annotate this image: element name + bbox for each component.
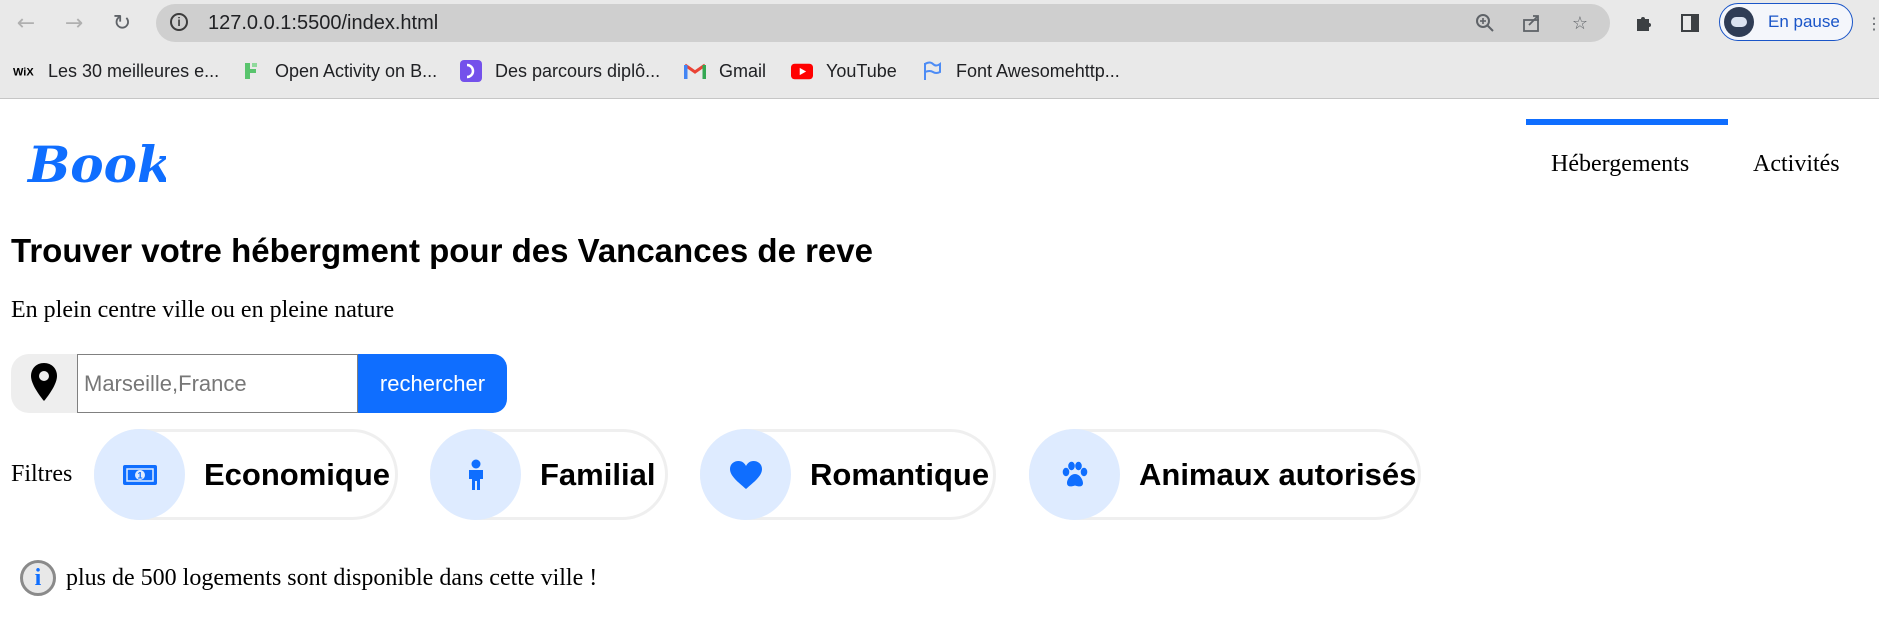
child-icon — [430, 429, 521, 520]
bookmark-item[interactable]: YouTube — [791, 58, 897, 84]
zoom-icon[interactable] — [1472, 10, 1498, 36]
money-bill-icon: 1 — [94, 429, 185, 520]
menu-icon[interactable]: ⋮ — [1866, 14, 1879, 34]
filter-label: Romantique — [810, 457, 990, 492]
avatar — [1724, 7, 1754, 37]
heart-icon — [700, 429, 791, 520]
filter-label: Familial — [540, 457, 656, 492]
chrome-divider — [0, 98, 1879, 99]
svg-text:1: 1 — [137, 470, 142, 480]
svg-text:WiX: WiX — [13, 67, 34, 78]
page-subtitle: En plein centre ville ou en pleine natur… — [11, 297, 395, 323]
bookmarks-bar: WiX Les 30 meilleures e... Open Activity… — [0, 54, 1879, 88]
filter-label: Economique — [204, 457, 391, 492]
bookmark-item[interactable]: Font Awesomehttp... — [921, 58, 1120, 84]
filter-familial[interactable]: Familial — [430, 429, 668, 520]
filter-economique[interactable]: 1 Economique — [94, 429, 398, 520]
availability-text: plus de 500 logements sont disponible da… — [66, 564, 598, 591]
active-nav-indicator — [1526, 119, 1728, 125]
info-icon: i — [20, 560, 56, 596]
profile-button[interactable]: En pause — [1719, 3, 1853, 41]
bookmark-star-icon[interactable]: ☆ — [1567, 10, 1593, 36]
bookmark-item[interactable]: Gmail — [684, 58, 766, 84]
nav-hebergements[interactable]: Hébergements — [1551, 151, 1689, 178]
url-text[interactable]: 127.0.0.1:5500/index.html — [208, 12, 438, 35]
back-icon[interactable]: ← — [9, 7, 43, 39]
activity-icon — [240, 60, 262, 82]
location-pin-icon — [11, 354, 77, 413]
share-icon[interactable] — [1519, 10, 1545, 36]
gmail-icon — [684, 60, 706, 82]
bookmark-item[interactable]: WiX Les 30 meilleures e... — [13, 58, 219, 84]
profile-label: En pause — [1768, 12, 1840, 31]
nav-activites[interactable]: Activités — [1753, 151, 1840, 178]
side-panel-icon[interactable] — [1675, 8, 1705, 38]
search-button[interactable]: rechercher — [358, 354, 507, 413]
logo-text: Booki — [26, 135, 166, 194]
address-bar[interactable]: i 127.0.0.1:5500/index.html ☆ — [156, 4, 1610, 42]
paw-icon — [1029, 429, 1120, 520]
page-title: Trouver votre hébergment pour des Vancan… — [11, 232, 873, 269]
bookmark-item[interactable]: Open Activity on B... — [240, 58, 437, 84]
extensions-icon[interactable] — [1629, 8, 1659, 38]
site-info-icon[interactable]: i — [170, 13, 188, 31]
browser-chrome: ← → ↻ i 127.0.0.1:5500/index.html ☆ En p… — [0, 0, 1879, 99]
openclassrooms-icon — [460, 60, 482, 82]
search-input[interactable] — [77, 354, 358, 413]
filter-animaux-autorises[interactable]: Animaux autorisés — [1029, 429, 1421, 520]
flag-icon — [921, 60, 943, 82]
filter-label: Animaux autorisés — [1139, 457, 1417, 492]
bookmark-item[interactable]: Des parcours diplô... — [460, 58, 660, 84]
booki-logo[interactable]: Booki — [26, 124, 191, 199]
wix-icon: WiX — [13, 60, 35, 82]
forward-icon[interactable]: → — [57, 7, 91, 39]
reload-icon[interactable]: ↻ — [105, 7, 139, 39]
filter-romantique[interactable]: Romantique — [700, 429, 996, 520]
youtube-icon — [791, 60, 813, 82]
availability-notice: i plus de 500 logements sont disponible … — [20, 560, 597, 596]
browser-toolbar: ← → ↻ i 127.0.0.1:5500/index.html ☆ En p… — [0, 0, 1879, 46]
filters-label: Filtres — [11, 461, 73, 487]
